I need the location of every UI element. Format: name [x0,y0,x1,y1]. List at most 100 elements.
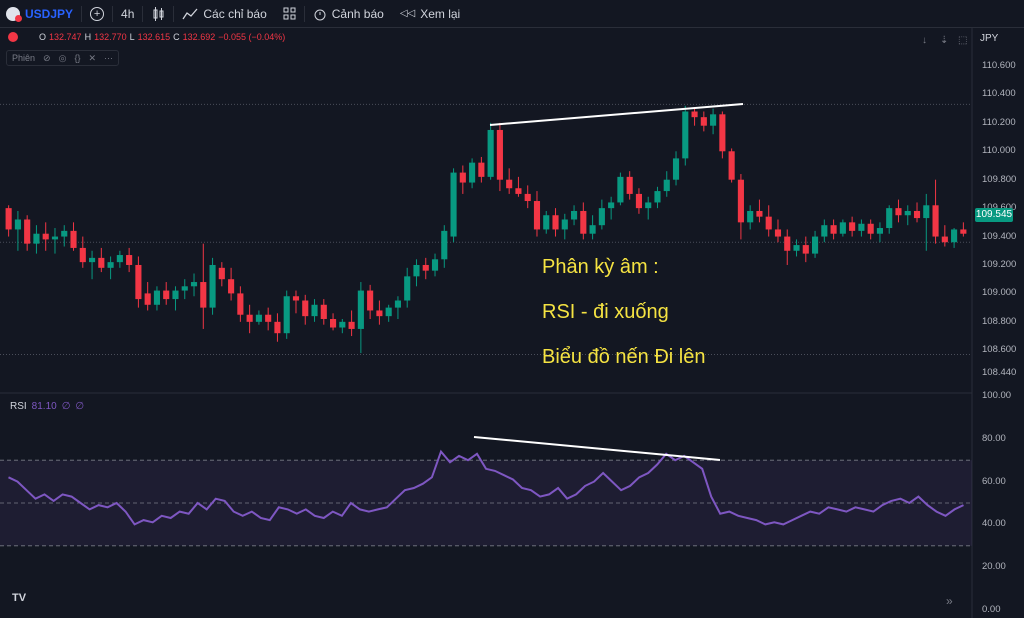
candle-body [811,236,819,254]
rsi-axis-label: 100.00 [982,390,1012,401]
candle-body [793,245,800,251]
candle-body [228,279,235,294]
price-axis-label: 109.800 [982,173,1017,185]
candle-body [181,286,188,291]
candle-body [413,264,420,277]
rsi-param-1: ∅ [61,401,71,412]
candle-body [311,304,318,317]
candle-body [218,267,225,280]
candle-body [756,210,763,217]
candle-body [867,223,874,234]
candle-body [5,208,12,230]
more-icon[interactable]: ··· [104,53,113,63]
close-icon[interactable]: ✕ [88,53,96,64]
annotation-line-1: Phân kỳ âm : [542,256,659,278]
candle-body [302,300,309,317]
low-label: L [129,32,135,42]
candle-body [172,290,179,300]
tradingview-logo[interactable]: TV [12,592,26,604]
eye-off-icon[interactable]: ⊘ [43,53,51,64]
candle-body [144,293,151,305]
candle-body [209,264,216,308]
session-indicator: Phiên ⊘ ◎ {} ✕ ··· [6,50,119,66]
candle-body [190,282,198,287]
candle-body [153,290,161,305]
open-label: O [39,32,47,42]
price-axis-label: 108.440 [982,367,1017,378]
candle-body [376,310,383,317]
change-value: −0.055 (−0.04%) [218,32,286,42]
candle-body [923,205,930,219]
current-price-badge: 109.545 [975,208,1013,222]
candlestick-chart[interactable] [0,0,1024,618]
candle-body [51,236,59,240]
candle-body [487,129,494,177]
candle-body [580,210,587,234]
candle-body [802,245,809,254]
candle-body [246,314,253,322]
candle-body [126,255,133,265]
arrow-down-icon[interactable]: ↓ [922,35,927,46]
currency-label[interactable]: JPY [980,33,998,44]
candle-body [255,314,262,322]
candle-body [654,191,661,203]
candle-body [570,210,578,220]
rsi-axis-label: 20.00 [982,561,1006,573]
rsi-axis-label: 40.00 [982,518,1006,530]
candle-body [459,172,466,183]
candle-body [895,208,902,216]
candle-body [42,233,49,240]
low-value: 132.615 [137,32,171,42]
candle-body [283,296,290,334]
annotation-line-3: Biểu đồ nến Đi lên [542,346,706,368]
fullscreen-icon[interactable]: ⬚ [958,35,967,46]
candle-body [70,230,77,248]
candle-body [645,202,652,209]
scroll-to-realtime-icon[interactable]: » [946,594,953,608]
arrow-down-icon[interactable]: ⇣ [940,35,948,46]
price-axis-label: 109.200 [982,258,1017,270]
candle-body [33,233,40,244]
candle-body [533,201,541,230]
rsi-axis-label: 80.00 [982,432,1006,444]
rsi-trend-line [473,436,721,461]
candle-body [858,223,865,231]
candle-body [496,129,503,180]
settings-icon[interactable]: ◎ [59,53,67,64]
candle-body [608,202,615,209]
candle-body [163,290,170,300]
candle-body [552,215,559,230]
ohlc-legend: O 132.747 H 132.770 L 132.615 C 132.692 −0.0… [8,32,285,42]
legend-symbol-icon [8,32,18,42]
source-code-icon[interactable]: {} [74,53,80,63]
candle-body [849,222,856,231]
candle-body [682,111,689,159]
candle-body [135,264,142,300]
candle-body [515,188,522,194]
candle-body [506,179,513,189]
rsi-axis-label: 0.00 [982,604,1001,615]
candle-body [617,176,624,203]
candle-body [561,219,568,230]
candle-body [839,222,846,234]
candle-body [431,259,439,271]
candle-body [79,247,86,263]
candle-body [626,176,633,194]
candle-body [394,300,402,308]
candle-body [960,229,967,234]
session-label: Phiên [12,53,36,63]
candle-body [265,314,272,322]
candle-body [913,210,921,219]
candle-body [904,210,911,216]
candle-body [821,225,828,237]
candle-body [710,114,717,126]
candle-body [635,193,643,209]
rsi-param-2: ∅ [75,401,85,412]
open-value: 132.747 [49,32,82,42]
candle-body [932,205,939,237]
candle-body [357,290,364,329]
candle-body [469,162,476,183]
candle-body [524,193,531,202]
candle-body [774,229,782,237]
rsi-name: RSI [10,401,27,412]
